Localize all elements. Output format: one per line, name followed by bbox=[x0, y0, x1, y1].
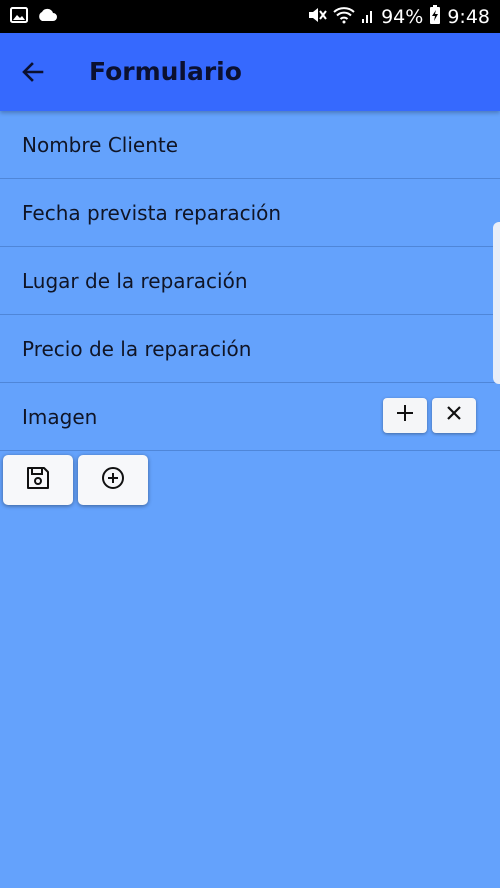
app-bar: Formulario bbox=[0, 33, 500, 111]
field-precio-reparacion[interactable]: Precio de la reparación bbox=[0, 315, 500, 383]
field-label: Nombre Cliente bbox=[22, 133, 179, 157]
page-title: Formulario bbox=[89, 57, 242, 86]
wifi-icon bbox=[333, 6, 355, 29]
add-circle-icon bbox=[100, 465, 126, 496]
cloud-icon bbox=[36, 8, 58, 27]
add-image-button[interactable] bbox=[383, 398, 427, 433]
arrow-back-icon[interactable] bbox=[20, 59, 46, 85]
image-icon bbox=[10, 6, 28, 28]
save-icon bbox=[25, 465, 51, 496]
mute-icon bbox=[307, 6, 327, 29]
save-button[interactable] bbox=[3, 455, 73, 505]
status-right: 94% 9:48 bbox=[307, 4, 490, 30]
battery-percent: 94% bbox=[381, 6, 424, 28]
add-button[interactable] bbox=[78, 455, 148, 505]
status-bar: 94% 9:48 bbox=[0, 0, 500, 33]
battery-charging-icon bbox=[429, 4, 441, 30]
scrollbar[interactable] bbox=[493, 222, 500, 384]
clock: 9:48 bbox=[447, 6, 490, 28]
field-label: Imagen bbox=[22, 405, 98, 429]
plus-icon bbox=[396, 404, 414, 427]
status-left-icons bbox=[10, 6, 58, 28]
field-nombre-cliente[interactable]: Nombre Cliente bbox=[0, 111, 500, 179]
signal-icon bbox=[361, 6, 375, 29]
field-lugar-reparacion[interactable]: Lugar de la reparación bbox=[0, 247, 500, 315]
close-icon bbox=[446, 405, 462, 426]
field-fecha-prevista[interactable]: Fecha prevista reparación bbox=[0, 179, 500, 247]
field-label: Lugar de la reparación bbox=[22, 269, 248, 293]
field-label: Fecha prevista reparación bbox=[22, 201, 282, 225]
field-label: Precio de la reparación bbox=[22, 337, 252, 361]
remove-image-button[interactable] bbox=[432, 398, 476, 433]
